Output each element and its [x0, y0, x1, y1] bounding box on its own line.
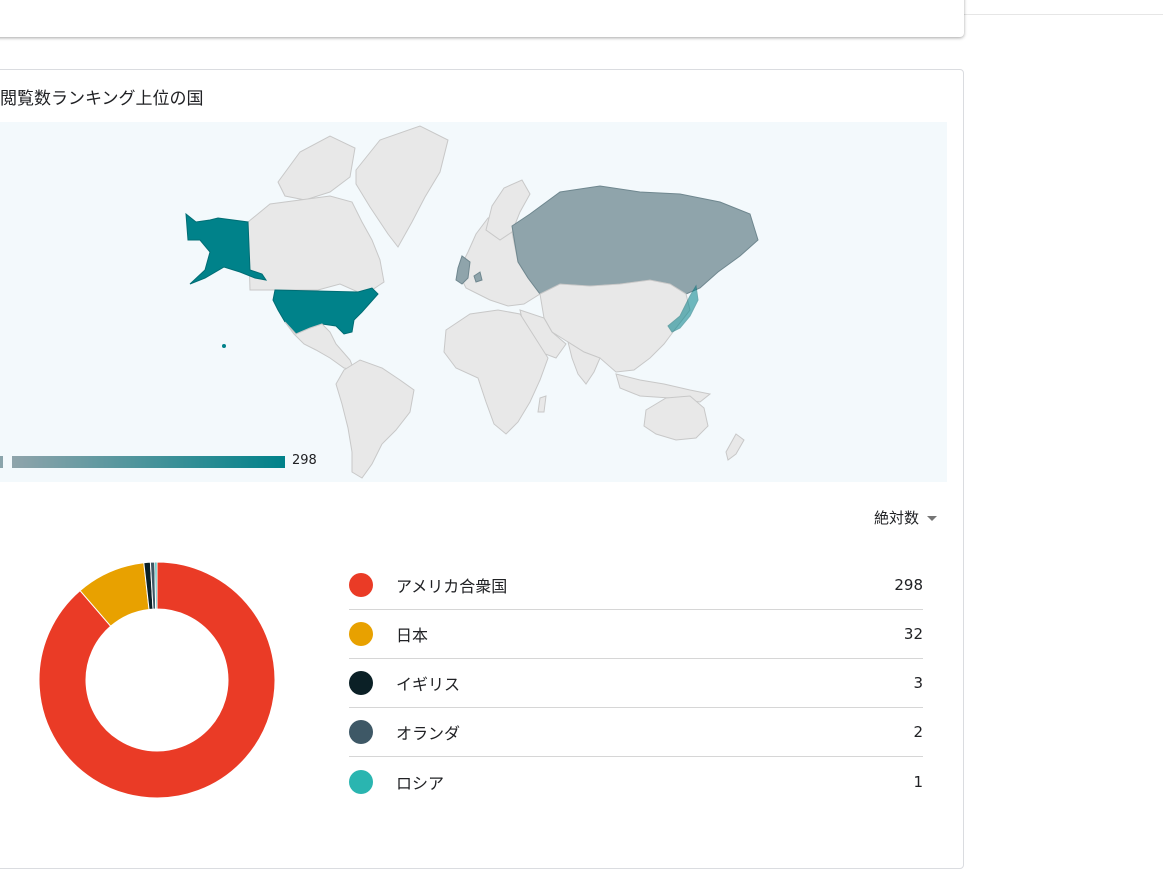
- legend-color-dot: [349, 671, 373, 695]
- map-region-southeast-asia[interactable]: [615, 373, 712, 403]
- map-region-canada[interactable]: [247, 195, 385, 293]
- legend-color-dot: [349, 720, 373, 744]
- legend-label: 日本: [396, 626, 429, 645]
- previous-card: [0, 0, 964, 37]
- map-region-new-zealand[interactable]: [725, 433, 745, 461]
- legend-color-dot: [349, 573, 373, 597]
- legend-row[interactable]: オランダ 2: [349, 708, 923, 757]
- color-scale-bar: [12, 456, 285, 468]
- map-region-canada-islands[interactable]: [277, 135, 356, 201]
- map-region-greenland[interactable]: [355, 125, 449, 248]
- legend-label: オランダ: [396, 724, 461, 743]
- legend-value: 1: [913, 772, 923, 791]
- legend-row[interactable]: ロシア 1: [349, 757, 923, 806]
- legend-row[interactable]: 日本 32: [349, 610, 923, 659]
- map-region-russia[interactable]: [511, 185, 759, 295]
- legend-value: 32: [903, 625, 923, 643]
- legend-label: イギリス: [396, 675, 461, 694]
- legend-label: ロシア: [396, 773, 445, 793]
- map-region-south-america[interactable]: [335, 359, 415, 479]
- map-region-madagascar[interactable]: [537, 395, 547, 413]
- map-region-hawaii[interactable]: [222, 344, 226, 348]
- card-title: 閲覧数ランキング上位の国: [0, 89, 204, 109]
- legend-value: 298: [894, 576, 923, 594]
- legend-row[interactable]: イギリス 3: [349, 659, 923, 708]
- metric-dropdown[interactable]: 絶対数: [874, 507, 938, 528]
- legend-row[interactable]: アメリカ合衆国 298: [349, 561, 923, 610]
- legend-color-dot: [349, 769, 373, 794]
- color-scale-max-label: 298: [292, 453, 317, 468]
- metric-dropdown-label: 絶対数: [874, 509, 920, 527]
- legend-color-dot: [349, 622, 373, 646]
- legend-label: アメリカ合衆国: [396, 577, 508, 596]
- world-map[interactable]: [0, 122, 947, 482]
- donut-slice-4[interactable]: [154, 561, 158, 610]
- map-region-australia[interactable]: [643, 395, 709, 441]
- chevron-down-icon: [927, 516, 938, 521]
- country-donut-chart[interactable]: [38, 561, 276, 799]
- world-map-svg: [185, 125, 759, 479]
- country-legend: アメリカ合衆国 298 日本 32 イギリス 3 オランダ 2 ロシア 1: [349, 561, 923, 806]
- legend-value: 2: [913, 723, 923, 741]
- legend-value: 3: [913, 674, 923, 692]
- color-scale-min-tick: [0, 456, 3, 468]
